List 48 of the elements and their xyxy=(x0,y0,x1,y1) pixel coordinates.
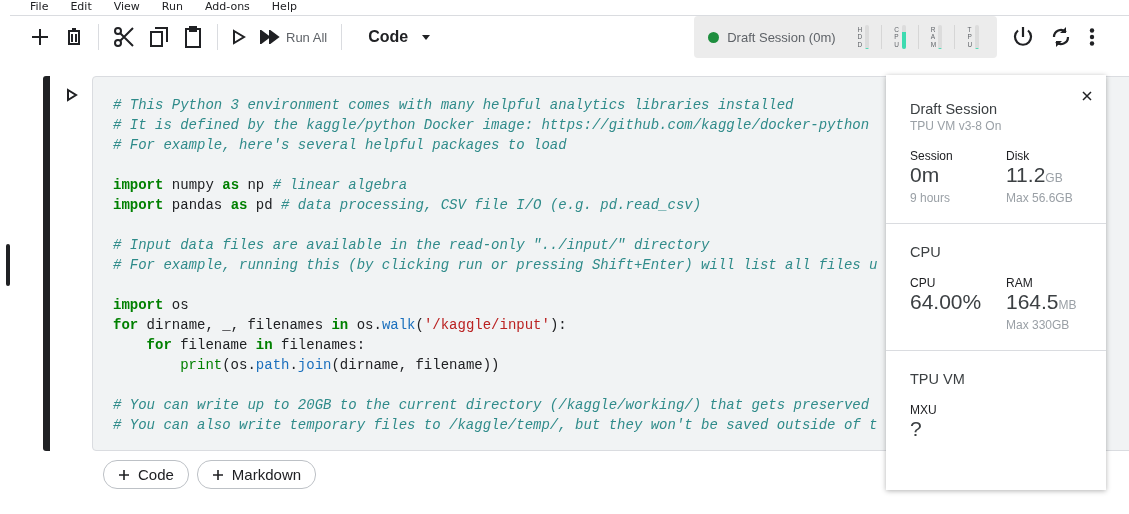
plus-icon xyxy=(211,468,224,481)
code-line: print(os.path.join(dirname, filename)) xyxy=(179,356,500,375)
panel-title: Draft Session xyxy=(909,101,999,117)
fast-forward-icon xyxy=(260,30,280,44)
stat-label: Session xyxy=(910,149,954,163)
cell-type-dropdown[interactable]: Code xyxy=(358,24,441,50)
code-line: # You can also write temporary files to /kaggle/temp/, but they won't be saved outside of t xyxy=(113,416,878,435)
menu-item[interactable]: Edit xyxy=(70,0,92,15)
code-line: for dirname, _, filenames in os.walk('/kaggle/input'): xyxy=(113,316,567,335)
run-all-button[interactable]: Run All xyxy=(256,25,332,49)
section-heading: TPU VM xyxy=(910,371,966,387)
stat-label: Disk xyxy=(1006,149,1031,163)
stat-unit: MB xyxy=(1058,298,1077,312)
code-line: # You can write up to 20GB to the current directory (/kaggle/working/) that gets preserved xyxy=(113,396,870,415)
stat-label: MXU xyxy=(910,403,938,417)
stat-note: 9 hours xyxy=(910,191,952,205)
stat-label: RAM xyxy=(1006,276,1034,290)
code-line: # This Python 3 environment comes with many helpful analytics libraries installed xyxy=(113,96,794,115)
panel-subtitle: TPU VM v3-8 On xyxy=(909,119,1003,133)
menu-item[interactable]: View xyxy=(113,0,140,15)
stat-value: 0m xyxy=(910,163,940,187)
stat-value: 11.2 xyxy=(1006,163,1046,187)
caret-icon xyxy=(422,34,431,40)
code-line: import os xyxy=(113,296,189,315)
menu-item[interactable]: Help xyxy=(271,0,297,15)
section-heading: CPU xyxy=(910,244,942,260)
plus-icon xyxy=(118,468,130,481)
code-line: import pandas as pd # data processing, CSV file I/O (e.g. pd.read_csv) xyxy=(113,196,702,215)
stat-label: CPU xyxy=(910,276,937,290)
add-cell-button[interactable]: Markdown xyxy=(196,460,317,489)
menu-item[interactable]: Add-ons xyxy=(204,0,250,15)
code-line: for filename in filenames: xyxy=(145,336,366,355)
code-line: # For example, running this (by clicking run or pressing Shift+Enter) will list all files u xyxy=(113,256,878,275)
menu-item[interactable]: Run xyxy=(161,0,183,15)
code-line: import numpy as np # linear algebra xyxy=(113,176,408,195)
stat-note: Max 56.6GB xyxy=(1006,191,1074,205)
code-line: # For example, here's several helpful packages to load xyxy=(113,136,567,155)
stat-value: 64.00% xyxy=(910,290,982,314)
stat-value: 164.5 xyxy=(1006,290,1059,314)
stat-note: Max 330GB xyxy=(1006,318,1071,332)
menu-item[interactable]: File xyxy=(30,0,49,15)
stat-unit: GB xyxy=(1045,171,1063,185)
code-line: # Input data files are available in the read-only "../input/" directory xyxy=(113,236,710,255)
add-cell-button[interactable]: Code xyxy=(103,460,189,489)
session-label: Draft Session (0m) xyxy=(727,29,836,45)
status-dot xyxy=(708,31,720,43)
code-line: # It is defined by the kaggle/python Docker image: https://github.com/kaggle/docker-python xyxy=(113,116,870,135)
stat-value: ? xyxy=(910,417,922,441)
